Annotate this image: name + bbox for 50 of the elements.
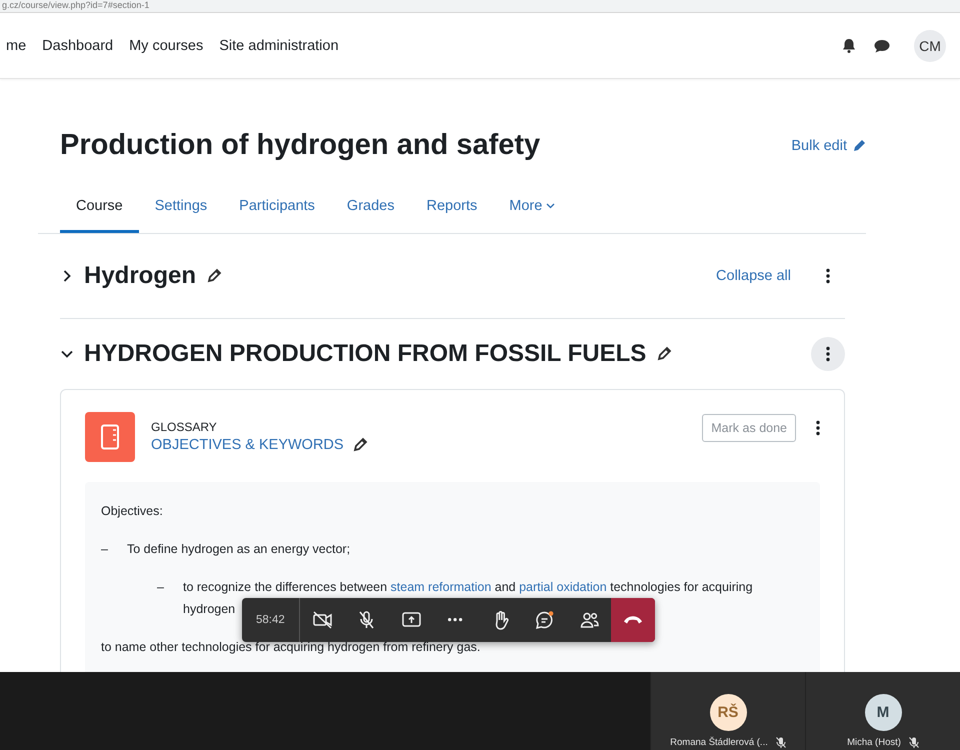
- bell-icon[interactable]: [842, 38, 856, 53]
- course-tab[interactable]: Settings: [138, 186, 224, 233]
- section-title: HYDROGEN PRODUCTION FROM FOSSIL FUELS: [84, 340, 646, 368]
- chat-icon: [534, 610, 556, 630]
- share-screen-icon: [400, 610, 422, 630]
- section-title: Hydrogen: [84, 262, 196, 290]
- description-text: to name other technologies for acquiring hydrogen from refinery gas.: [101, 639, 480, 656]
- course-title: Production of hydrogen and safety: [60, 129, 540, 162]
- more-options-icon[interactable]: [826, 346, 830, 362]
- pencil-icon: [656, 346, 672, 362]
- course-tab[interactable]: More: [493, 186, 572, 233]
- mark-as-done-button[interactable]: Mark as done: [702, 414, 796, 442]
- participant-name: Romana Štádlerová (...: [670, 737, 768, 748]
- more-options-icon[interactable]: [816, 420, 820, 436]
- more-icon: [448, 618, 463, 622]
- hang-up-button[interactable]: [611, 598, 656, 642]
- glossary-link[interactable]: steam reformation: [390, 580, 492, 594]
- chat-bubble-icon[interactable]: [874, 38, 890, 52]
- address-bar-url[interactable]: g.cz/course/view.php?id=7#section-1: [0, 0, 960, 11]
- activity-type: GLOSSARY: [151, 420, 218, 434]
- course-tab[interactable]: Participants: [223, 186, 331, 233]
- nav-link[interactable]: Site administration: [219, 38, 339, 54]
- collapse-all-link[interactable]: Collapse all: [716, 268, 791, 284]
- call-timer: 58:42: [242, 598, 300, 642]
- more-options-icon[interactable]: [826, 268, 830, 284]
- pencil-icon: [851, 138, 867, 154]
- activity-link[interactable]: OBJECTIVES & KEYWORDS: [151, 437, 344, 453]
- pencil-icon: [206, 268, 222, 284]
- course-tab[interactable]: Course: [60, 186, 139, 233]
- glossary-link[interactable]: partial oxidation: [519, 580, 607, 594]
- list-dash: –: [101, 541, 109, 558]
- bulk-edit-link[interactable]: Bulk edit: [791, 138, 867, 154]
- nav-link[interactable]: My courses: [129, 38, 204, 54]
- description-text: To define hydrogen as an energy vector;: [127, 541, 350, 558]
- course-tab[interactable]: Grades: [330, 186, 410, 233]
- participant-avatar: M: [864, 694, 902, 731]
- pencil-icon: [352, 437, 368, 453]
- list-dash: –: [157, 579, 165, 596]
- description-text: Objectives:: [101, 503, 163, 520]
- caret-icon: [546, 203, 556, 209]
- nav-link[interactable]: Dashboard: [42, 38, 114, 54]
- book-icon: [100, 424, 120, 450]
- participant-name: Micha (Host): [847, 737, 901, 748]
- phone-hang-up-icon: [623, 615, 644, 625]
- course-tab[interactable]: Reports: [410, 186, 494, 233]
- participant-avatar: RŠ: [710, 694, 746, 731]
- user-avatar[interactable]: CM: [914, 30, 946, 62]
- people-icon: [578, 610, 600, 630]
- nav-link[interactable]: me: [6, 38, 26, 54]
- camera-off-icon: [312, 610, 333, 630]
